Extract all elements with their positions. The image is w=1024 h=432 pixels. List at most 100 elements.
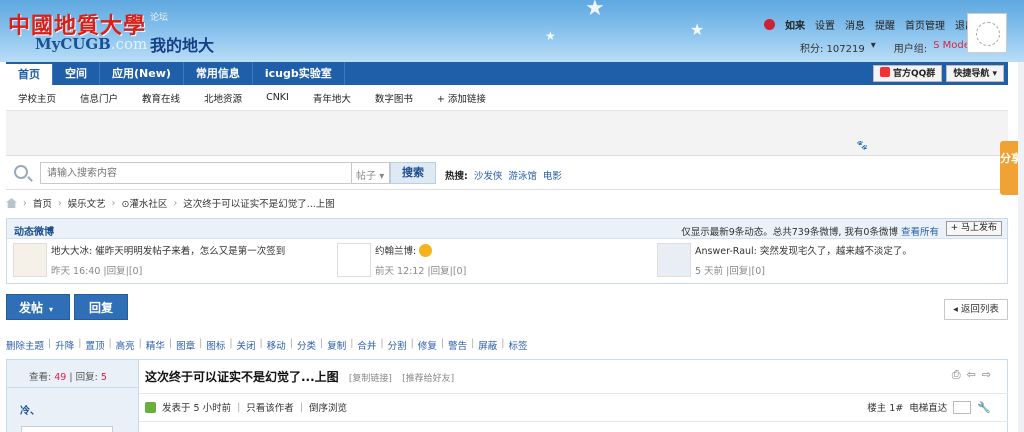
ad-band: 🐾 [6, 111, 1008, 156]
mod-tool-merge[interactable]: 合并 [357, 338, 376, 352]
home-icon[interactable] [6, 198, 17, 208]
subnav-cnki[interactable]: CNKI [266, 92, 289, 103]
feed-text: 地大大冰: 催昨天明明发帖子来着，怎么又是第一次签到 昨天 16:40 |回复|… [51, 243, 285, 277]
points-caret-icon[interactable]: ▾ [871, 40, 876, 55]
mod-tool-copy[interactable]: 复制 [327, 338, 346, 352]
next-thread-icon[interactable]: ⇨ [982, 368, 991, 382]
mod-tool-sep: | [259, 338, 263, 349]
mod-tool-close[interactable]: 关闭 [237, 338, 256, 352]
feed-meta: 前天 12:12 |回复|[0] [375, 266, 467, 277]
subnav-add-link[interactable]: + 添加链接 [437, 91, 486, 105]
elevator-label: 电梯直达 [909, 403, 948, 414]
subnav-school-home[interactable]: 学校主页 [18, 91, 56, 105]
mod-tool-warn[interactable]: 警告 [448, 338, 467, 352]
mod-tool-sep: | [410, 338, 414, 349]
nav-item-apps[interactable]: 应用(New) [100, 62, 184, 85]
chevron-down-icon: ▾ [379, 171, 385, 182]
print-icon[interactable]: ⎙ [952, 368, 961, 382]
mod-tool-sep: | [108, 338, 112, 349]
subnav-library[interactable]: 数字图书 [375, 91, 413, 105]
thread-stats: 查看: 49 | 回复: 5 [7, 360, 138, 388]
search-type-select[interactable]: 帖子 ▾ [352, 162, 390, 184]
search-input[interactable] [40, 162, 352, 184]
only-author-link[interactable]: 只看该作者 [246, 400, 294, 414]
paw-icon[interactable]: 🐾 [857, 141, 868, 151]
nav-item-info[interactable]: 常用信息 [184, 62, 253, 85]
subnav-youth[interactable]: 青年地大 [313, 91, 351, 105]
mod-tool-delete[interactable]: 删除主题 [6, 338, 44, 352]
feed-content: 催昨天明明发帖子来着，怎么又是第一次签到 [95, 246, 286, 257]
avatar[interactable] [337, 243, 371, 277]
user-avatar[interactable] [967, 13, 1007, 53]
subnav-portal[interactable]: 信息门户 [80, 91, 118, 105]
subnav-edu-online[interactable]: 教育在线 [142, 91, 180, 105]
author-avatar[interactable] [21, 426, 113, 432]
group-label: 用户组: [893, 44, 928, 55]
feed-text: Answer-Raul: 突然发现宅久了，越来越不淡定了。 5 天前 |回复|[… [695, 243, 912, 277]
breadcrumb-forum[interactable]: ⊙灌水社区 [121, 196, 167, 210]
logo-text-en[interactable]: MyCUGB.com [35, 35, 147, 53]
weibo-panel: 动态微博 仅显示最新9条动态。总共739条微博, 我有0条微博 查看所有 + 马… [6, 218, 1008, 284]
copy-link[interactable]: [复制链接] [349, 374, 392, 384]
thread-title: 这次终于可以证实不是幻觉了...上图 [复制链接] [推荐给好友] [145, 368, 454, 385]
hot-link[interactable]: 沙发侠 [474, 168, 503, 182]
scrollbar[interactable] [1018, 62, 1024, 432]
breadcrumb-sep: › [57, 197, 62, 209]
messages-link[interactable]: 消息 [845, 17, 865, 32]
reply-button[interactable]: 回复 [74, 294, 128, 320]
mod-tool-split[interactable]: 分割 [388, 338, 407, 352]
breadcrumb-home[interactable]: 首页 [33, 196, 52, 210]
mod-tool-ban[interactable]: 屏蔽 [478, 338, 497, 352]
search-button[interactable]: 搜索 [390, 162, 436, 184]
prev-thread-icon[interactable]: ⇦ [967, 368, 976, 382]
avatar[interactable] [657, 243, 691, 277]
new-post-button[interactable]: 发帖 ▾ [6, 294, 70, 320]
hot-link[interactable]: 游泳馆 [508, 168, 537, 182]
feed-author[interactable]: 约翰兰博: [375, 246, 416, 257]
mod-tool-icon[interactable]: 图标 [206, 338, 225, 352]
breadcrumb-forum-group[interactable]: 娱乐文艺 [68, 196, 106, 210]
avatar[interactable] [13, 243, 47, 277]
nav-item-space[interactable]: 空间 [53, 62, 100, 85]
mod-tool-sep: | [168, 338, 173, 349]
feed-author[interactable]: 地大大冰: [51, 246, 92, 257]
mod-tool-repair[interactable]: 修复 [418, 338, 437, 352]
site-header: ★ ★ ★ 中國地質大學 论坛 MyCUGB.com 我的地大 如来 设置 消息… [0, 0, 1024, 62]
points-label[interactable]: 积分: 107219 [800, 40, 865, 55]
stats-sep: | [69, 372, 73, 383]
nav-item-home[interactable]: 首页 [6, 64, 53, 85]
username-link[interactable]: 如来 [785, 17, 805, 32]
home-admin-link[interactable]: 首页管理 [905, 17, 945, 32]
wrench-icon[interactable]: 🔧 [977, 401, 991, 414]
mod-tool-highlight[interactable]: 高亮 [116, 338, 135, 352]
floor-jump-input[interactable] [953, 400, 972, 414]
mod-tool-sep: | [289, 338, 293, 349]
reverse-order-link[interactable]: 倒序浏览 [309, 400, 347, 414]
search-icon [14, 165, 28, 179]
settings-link[interactable]: 设置 [815, 17, 835, 32]
hot-link[interactable]: 电影 [543, 168, 562, 182]
mod-tool-stamp[interactable]: 图章 [176, 338, 195, 352]
weibo-view-all-link[interactable]: 查看所有 [901, 227, 939, 238]
breadcrumb: › 首页 › 娱乐文艺 › ⊙灌水社区 › 这次终于可以证实不是幻觉了...上图 [6, 196, 335, 210]
weibo-post-button[interactable]: + 马上发布 [945, 221, 1002, 236]
mod-tool-tag[interactable]: 标签 [509, 338, 528, 352]
quick-nav-button[interactable]: 快捷导航 ▾ [946, 65, 1004, 82]
subnav-resources[interactable]: 北地资源 [204, 91, 242, 105]
feed-author[interactable]: Answer-Raul: [695, 246, 757, 257]
mod-tool-sticky[interactable]: 置顶 [85, 338, 104, 352]
mod-tool-sep: | [350, 338, 354, 349]
qq-group-button[interactable]: 官方QQ群 [873, 65, 943, 82]
hot-search: 热搜: 沙发侠 游泳馆 电影 [445, 168, 562, 182]
notifications-link[interactable]: 提醒 [875, 17, 895, 32]
mod-tool-bump[interactable]: 升降 [55, 338, 74, 352]
post-author[interactable]: 冷、 [20, 402, 40, 417]
mod-tool-move[interactable]: 移动 [267, 338, 286, 352]
mod-tool-category[interactable]: 分类 [297, 338, 316, 352]
mod-tool-sep: | [501, 338, 505, 349]
back-to-list-button[interactable]: ◂ 返回列表 [944, 299, 1008, 320]
recommend-link[interactable]: [推荐给好友] [402, 374, 454, 384]
feed-content: 突然发现宅久了，越来越不淡定了。 [759, 246, 912, 257]
nav-item-lab[interactable]: icugb实验室 [253, 62, 345, 85]
mod-tool-digest[interactable]: 精华 [146, 338, 165, 352]
